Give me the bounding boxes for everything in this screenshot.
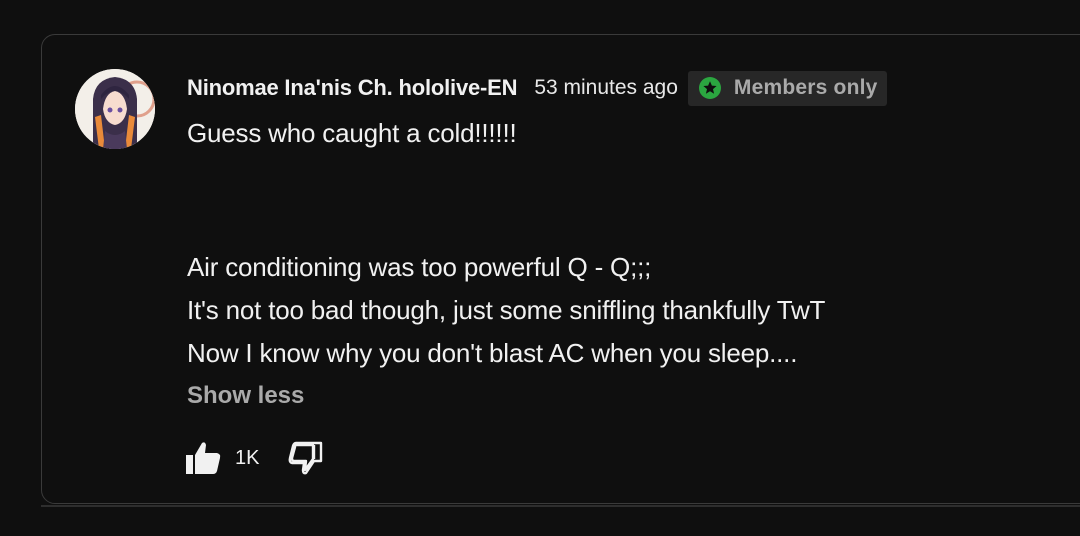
like-count: 1K [235, 446, 260, 469]
divider [41, 505, 1080, 507]
author-name[interactable]: Ninomae Ina'nis Ch. hololive-EN [187, 75, 518, 101]
comment-actions: 1K [185, 440, 323, 476]
timestamp[interactable]: 53 minutes ago [534, 76, 678, 100]
comment-text-line: Air conditioning was too powerful Q - Q;… [187, 252, 652, 282]
avatar-image [75, 69, 155, 149]
avatar[interactable] [75, 69, 155, 149]
dislike-button[interactable] [287, 440, 323, 476]
star-icon [698, 77, 721, 99]
comment-text-line: Now I know why you don't blast AC when y… [187, 338, 798, 368]
comment-text-line: It's not too bad though, just some sniff… [187, 295, 826, 325]
members-only-badge: Members only [687, 70, 887, 106]
show-less-button[interactable]: Show less [187, 382, 304, 410]
comment-text-line: Guess who caught a cold!!!!!! [187, 118, 517, 148]
thumbs-down-icon [289, 441, 323, 475]
like-button[interactable] [185, 440, 221, 476]
comment-header: Ninomae Ina'nis Ch. hololive-EN 53 minut… [187, 70, 887, 106]
thumbs-up-icon [186, 442, 221, 474]
badge-label: Members only [733, 76, 878, 99]
